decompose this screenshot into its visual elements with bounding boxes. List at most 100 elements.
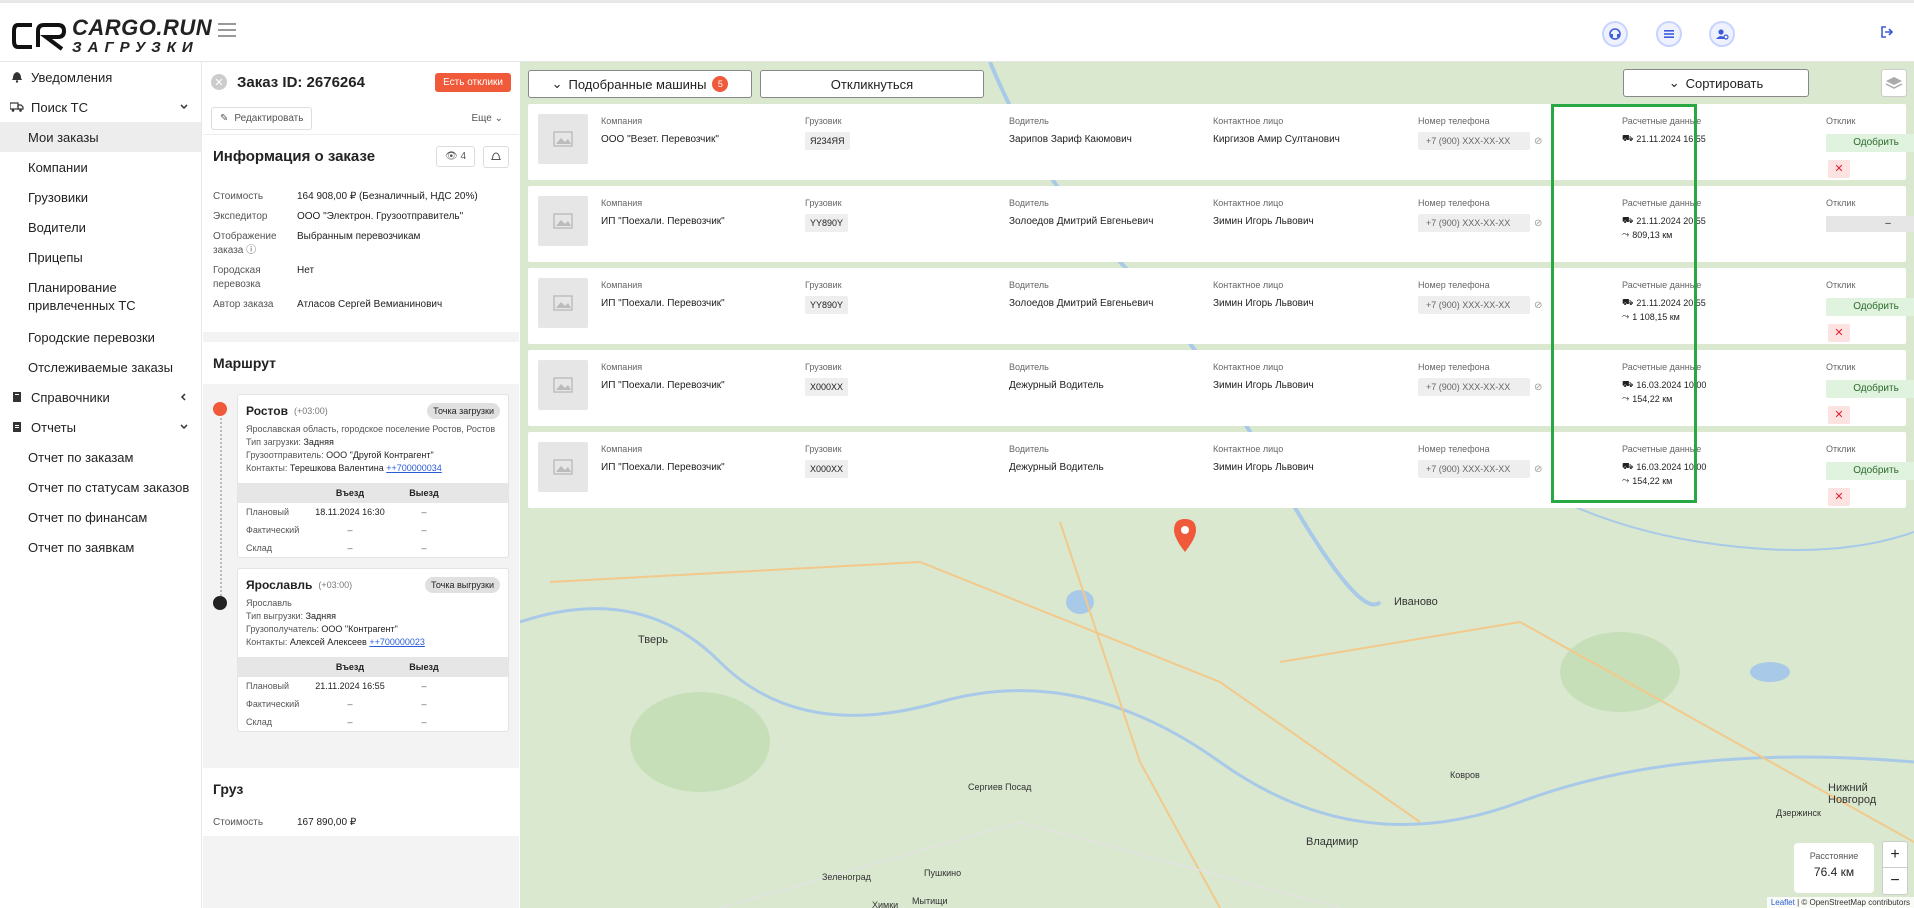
sort-dropdown[interactable]: ⌄ Сортировать xyxy=(1623,69,1809,97)
eye-slash-icon[interactable]: ⊘ xyxy=(1534,300,1542,311)
close-icon[interactable]: ✕ xyxy=(211,74,227,90)
truck-plate[interactable]: X000XX xyxy=(805,460,849,478)
phone-link[interactable]: ++700000034 xyxy=(386,463,442,473)
truck-plate[interactable]: X000XX xyxy=(805,378,849,396)
top-bar: CARGO.RUN ЗАГРУЗКИ xyxy=(0,0,1914,62)
truck-row[interactable]: Компания ИП "Поехали. Перевозчик" Грузови… xyxy=(528,186,1914,262)
sidebar-item-search[interactable]: Поиск ТС xyxy=(0,92,201,122)
reject-button[interactable]: ✕ xyxy=(1828,488,1850,506)
support-headset-icon[interactable] xyxy=(1602,21,1628,47)
route-title: Маршрут xyxy=(203,342,519,384)
city-label: Сергиев Посад xyxy=(968,782,1032,792)
zoom-out-button[interactable]: − xyxy=(1883,868,1907,894)
eye-slash-icon[interactable]: ⊘ xyxy=(1534,136,1542,147)
phone-masked: +7 (900) XXX-XX-XX xyxy=(1418,132,1530,150)
sidebar-item-report-orders[interactable]: Отчет по заказам xyxy=(0,442,201,472)
city-label: Химки xyxy=(872,900,899,908)
reject-button[interactable]: ✕ xyxy=(1828,406,1850,424)
sidebar-item-my-orders[interactable]: Мои заказы xyxy=(0,122,201,152)
edit-button[interactable]: ✎ Редактировать xyxy=(211,106,313,130)
eye-slash-icon[interactable]: ⊘ xyxy=(1534,464,1542,475)
pencil-icon: ✎ xyxy=(220,112,229,124)
city-label: Мытищи xyxy=(912,896,948,906)
sidebar-item-drivers[interactable]: Водители xyxy=(0,212,201,242)
sidebar-item-notifications[interactable]: Уведомления xyxy=(0,62,201,92)
chevron-down-icon xyxy=(179,100,189,115)
contact-name: Зимин Игорь Львович xyxy=(1213,462,1314,473)
sidebar-item-report-statuses[interactable]: Отчет по статусам заказов xyxy=(0,472,201,502)
stop-timezone: (+03:00) xyxy=(318,580,353,590)
eye-slash-icon[interactable]: ⊘ xyxy=(1534,382,1542,393)
driver-name[interactable]: Дежурный Водитель xyxy=(1009,380,1104,391)
sidebar-item-planning[interactable]: Планирование привлеченных ТС xyxy=(0,272,201,322)
contact-name: Зимин Игорь Львович xyxy=(1213,216,1314,227)
map[interactable]: Тверь Иваново Сергиев Посад Ковров Влади… xyxy=(520,62,1914,908)
leaflet-link[interactable]: Leaflet xyxy=(1771,898,1795,907)
city-label: Нижний Новгород xyxy=(1828,782,1877,806)
stop-address: Ярославль xyxy=(246,598,292,608)
driver-name[interactable]: Дежурный Водитель xyxy=(1009,462,1104,473)
driver-name[interactable]: Золоедов Дмитрий Евгеньевич xyxy=(1009,216,1153,227)
osm-link[interactable]: | © OpenStreetMap contributors xyxy=(1797,898,1910,907)
reject-button[interactable]: ✕ xyxy=(1828,160,1850,178)
truck-plate[interactable]: Я234ЯЯ xyxy=(805,132,850,150)
approve-button[interactable]: Одобрить xyxy=(1826,462,1914,480)
driver-name[interactable]: Золоедов Дмитрий Евгеньевич xyxy=(1009,298,1153,309)
sidebar-item-report-finance[interactable]: Отчет по финансам xyxy=(0,502,201,532)
logout-icon[interactable] xyxy=(1880,25,1894,44)
company-name[interactable]: ООО "Везет. Перевозчик" xyxy=(601,134,719,145)
zoom-in-button[interactable]: + xyxy=(1883,842,1907,868)
help-icon[interactable]: ⓘ xyxy=(246,245,256,256)
more-dropdown[interactable]: Еще ⌄ xyxy=(471,113,503,124)
menu-toggle-icon[interactable] xyxy=(218,23,236,37)
company-name[interactable]: ИП "Поехали. Перевозчик" xyxy=(601,216,725,227)
reject-button[interactable]: ✕ xyxy=(1828,324,1850,342)
views-counter[interactable]: 👁 4 xyxy=(435,146,475,167)
sidebar-item-trucks[interactable]: Грузовики xyxy=(0,182,201,212)
sidebar-item-reports[interactable]: Отчеты xyxy=(0,412,201,442)
company-name[interactable]: ИП "Поехали. Перевозчик" xyxy=(601,462,725,473)
approve-button[interactable]: Одобрить xyxy=(1826,380,1914,398)
truck-row[interactable]: Компания ИП "Поехали. Перевозчик" Грузови… xyxy=(528,268,1914,344)
truck-row[interactable]: Компания ООО "Везет. Перевозчик" Грузовик… xyxy=(528,104,1914,180)
truck-plate[interactable]: YY890Y xyxy=(805,296,849,314)
truck-plate[interactable]: YY890Y xyxy=(805,214,849,232)
matched-count-badge: 5 xyxy=(712,76,729,92)
route-list: Ростов (+03:00) Точка загрузки Ярославск… xyxy=(203,384,519,752)
sidebar-item-label: Уведомления xyxy=(31,69,113,85)
sidebar-item-companies[interactable]: Компании xyxy=(0,152,201,182)
truck-row[interactable]: Компания ИП "Поехали. Перевозчик" Грузови… xyxy=(528,350,1914,426)
company-name[interactable]: ИП "Поехали. Перевозчик" xyxy=(601,298,725,309)
field-author: Автор заказа Атласов Сергей Вемианинович xyxy=(213,299,443,310)
sidebar-item-references[interactable]: Справочники xyxy=(0,382,201,412)
sidebar-item-city-transport[interactable]: Городские перевозки xyxy=(0,322,201,352)
eye-slash-icon[interactable]: ⊘ xyxy=(1534,218,1542,229)
approve-button[interactable]: Одобрить xyxy=(1826,298,1914,316)
responses-badge[interactable]: Есть отклики xyxy=(435,72,511,92)
list-icon[interactable] xyxy=(1656,21,1682,47)
subscribe-bell-icon[interactable] xyxy=(483,145,509,168)
map-marker-icon[interactable] xyxy=(1172,518,1198,556)
approve-button[interactable]: Одобрить xyxy=(1826,134,1914,152)
sidebar-item-label: Отчеты xyxy=(31,419,76,435)
brand-logo[interactable]: CARGO.RUN ЗАГРУЗКИ xyxy=(12,17,212,55)
sidebar-item-tracked-orders[interactable]: Отслеживаемые заказы xyxy=(0,352,201,382)
truck-image-placeholder-icon xyxy=(538,360,588,410)
distance-box: Расстояние 76.4 км xyxy=(1794,843,1874,893)
truck-image-placeholder-icon xyxy=(538,114,588,164)
matched-trucks-dropdown[interactable]: ⌄ Подобранные машины 5 xyxy=(528,70,752,98)
cargo-cost: Стоимость 167 890,00 ₽ xyxy=(203,810,519,836)
sidebar-item-report-requests[interactable]: Отчет по заявкам xyxy=(0,532,201,562)
field-visibility: Отображение заказа ⓘ Выбранным перевозчик… xyxy=(213,231,421,256)
phone-link[interactable]: ++700000023 xyxy=(369,637,425,647)
user-profile-icon[interactable] xyxy=(1709,21,1735,47)
brand-subtitle: ЗАГРУЗКИ xyxy=(72,39,199,56)
company-name[interactable]: ИП "Поехали. Перевозчик" xyxy=(601,380,725,391)
driver-name[interactable]: Зарипов Зариф Каюмович xyxy=(1009,134,1132,145)
truck-image-placeholder-icon xyxy=(538,196,588,246)
truck-row[interactable]: Компания ИП "Поехали. Перевозчик" Грузови… xyxy=(528,432,1914,508)
respond-button[interactable]: Откликнуться xyxy=(760,70,984,98)
map-layers-icon[interactable] xyxy=(1881,69,1907,97)
phone-masked: +7 (900) XXX-XX-XX xyxy=(1418,378,1530,396)
sidebar-item-trailers[interactable]: Прицепы xyxy=(0,242,201,272)
